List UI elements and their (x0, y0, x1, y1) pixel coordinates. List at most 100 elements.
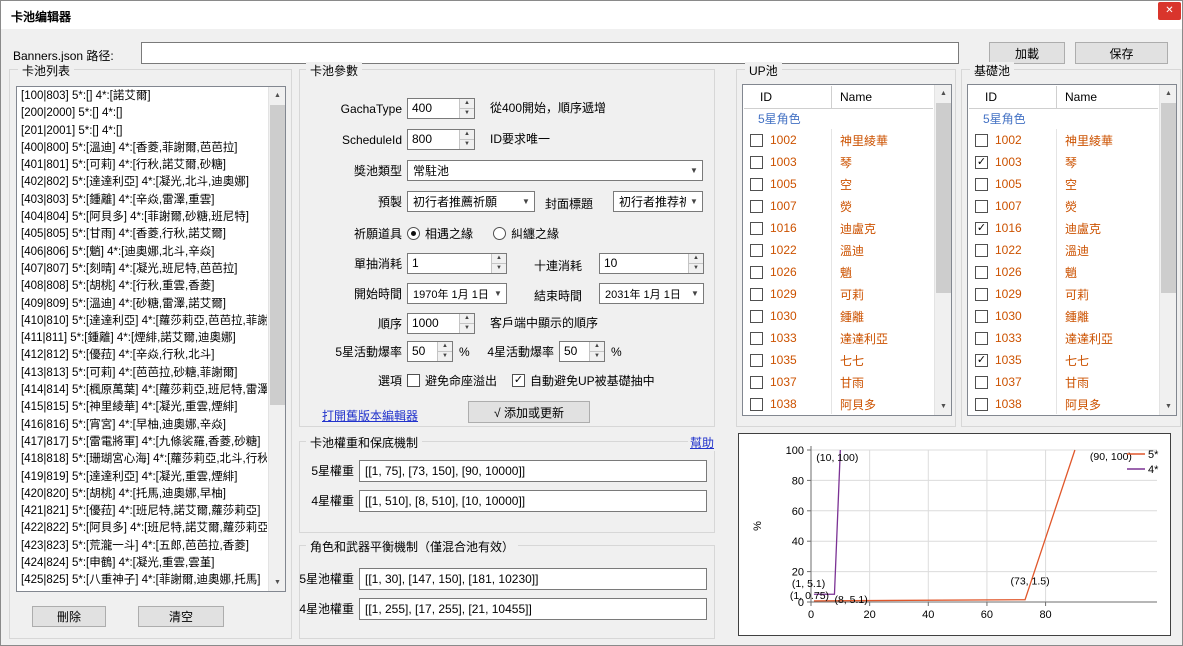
save-button[interactable]: 保存 (1075, 42, 1168, 64)
close-icon[interactable]: ✕ (1158, 2, 1181, 20)
list-item[interactable]: [420|820] 5*:[胡桃] 4*:[托馬,迪奧娜,早柚] (18, 486, 267, 503)
spin-down-icon[interactable]: ▼ (689, 264, 703, 273)
cover-title-select[interactable]: 初行者推荐祈愿 ▼ (613, 191, 703, 212)
row-checkbox[interactable] (975, 398, 988, 411)
list-item[interactable]: [201|2001] 5*:[] 4*:[] (18, 123, 267, 140)
gachatype-spinner[interactable]: 400 ▲▼ (407, 98, 475, 119)
list-item[interactable]: [422|822] 5*:[阿貝多] 4*:[班尼特,諾艾爾,蘿莎莉亞] (18, 520, 267, 537)
table-row[interactable]: 1030鍾離 (969, 305, 1158, 327)
chevron-down-icon[interactable]: ▼ (490, 289, 506, 298)
wish-item-radio-2[interactable]: 糾纏之緣 (493, 223, 559, 244)
table-row[interactable]: 1002神里綾華 (744, 129, 933, 151)
list-item[interactable]: [100|803] 5*:[] 4*:[諾艾爾] (18, 88, 267, 105)
avoid-constellation-checkbox[interactable]: 避免命座溢出 (407, 370, 497, 391)
spin-down-icon[interactable]: ▼ (460, 140, 474, 149)
list-item[interactable]: [412|812] 5*:[優菈] 4*:[辛焱,行秋,北斗] (18, 347, 267, 364)
table-row[interactable]: 1038阿貝多 (744, 393, 933, 414)
list-item[interactable]: [403|803] 5*:[鍾離] 4*:[辛焱,雷澤,重雲] (18, 192, 267, 209)
column-name[interactable]: Name (832, 86, 933, 108)
rate5-value[interactable]: 50 (408, 342, 437, 361)
row-checkbox[interactable] (975, 200, 988, 213)
table-row[interactable]: ✓1016迪盧克 (969, 217, 1158, 239)
list-item[interactable]: [419|819] 5*:[達達利亞] 4*:[凝光,重雲,煙緋] (18, 469, 267, 486)
list-item[interactable]: [424|824] 5*:[申鶴] 4*:[凝光,重雲,雲堇] (18, 555, 267, 572)
table-row[interactable]: 1035七七 (744, 349, 933, 371)
table-row[interactable]: 1030鍾離 (744, 305, 933, 327)
row-checkbox[interactable] (750, 244, 763, 257)
scroll-thumb[interactable] (936, 103, 951, 293)
up-pool-scrollbar[interactable]: ▲ ▼ (934, 85, 951, 415)
spin-up-icon[interactable]: ▲ (460, 314, 474, 324)
end-time-picker[interactable]: 2031年 1月 1日 ▼ (599, 283, 704, 304)
list-item[interactable]: [425|825] 5*:[八重神子] 4*:[菲謝爾,迪奧娜,托馬] (18, 572, 267, 589)
column-id[interactable]: ID (969, 86, 1057, 108)
table-row[interactable]: 1037甘雨 (744, 371, 933, 393)
table-row[interactable]: 1026魈 (969, 261, 1158, 283)
w4-input[interactable]: [[1, 510], [8, 510], [10, 10000]] (359, 490, 707, 512)
order-value[interactable]: 1000 (408, 314, 459, 333)
preset-select[interactable]: 初行者推薦祈願 ▼ (407, 191, 535, 212)
pool-type-select[interactable]: 常駐池 ▼ (407, 160, 703, 181)
list-item[interactable]: [416|816] 5*:[宵宮] 4*:[早柚,迪奧娜,辛焱] (18, 417, 267, 434)
gachatype-value[interactable]: 400 (408, 99, 459, 118)
row-checkbox[interactable] (750, 332, 763, 345)
list-item[interactable]: [404|804] 5*:[阿貝多] 4*:[菲謝爾,砂糖,班尼特] (18, 209, 267, 226)
column-id[interactable]: ID (744, 86, 832, 108)
load-button[interactable]: 加載 (989, 42, 1065, 64)
single-cost-spinner[interactable]: 1 ▲▼ (407, 253, 507, 274)
row-checkbox[interactable] (975, 244, 988, 257)
pool-list-scrollbar[interactable]: ▲ ▼ (268, 87, 285, 591)
clear-button[interactable]: 清空 (138, 606, 224, 627)
row-checkbox[interactable] (750, 376, 763, 389)
table-row[interactable]: 1022溫迪 (744, 239, 933, 261)
spin-down-icon[interactable]: ▼ (460, 109, 474, 118)
rate4-value[interactable]: 50 (560, 342, 589, 361)
table-row[interactable]: ✓1035七七 (969, 349, 1158, 371)
order-spinner[interactable]: 1000 ▲▼ (407, 313, 475, 334)
add-update-button[interactable]: √ 添加或更新 (468, 401, 590, 423)
checkbox-icon[interactable] (407, 374, 420, 387)
delete-button[interactable]: 刪除 (32, 606, 106, 627)
table-row[interactable]: 1038阿貝多 (969, 393, 1158, 414)
spin-up-icon[interactable]: ▲ (492, 254, 506, 264)
start-time-picker[interactable]: 1970年 1月 1日 ▼ (407, 283, 507, 304)
table-row[interactable]: 1029可莉 (744, 283, 933, 305)
spin-down-icon[interactable]: ▼ (590, 352, 604, 361)
row-checkbox[interactable] (975, 178, 988, 191)
legacy-editor-link[interactable]: 打開舊版本編輯器 (322, 407, 418, 424)
list-item[interactable]: [423|823] 5*:[荒瀧一斗] 4*:[五郎,芭芭拉,香菱] (18, 538, 267, 555)
row-checkbox[interactable] (750, 398, 763, 411)
list-item[interactable]: [405|805] 5*:[甘雨] 4*:[香菱,行秋,諾艾爾] (18, 226, 267, 243)
list-item[interactable]: [410|810] 5*:[達達利亞] 4*:[蘿莎莉亞,芭芭拉,菲謝爾] (18, 313, 267, 330)
pool-listbox[interactable]: [100|803] 5*:[] 4*:[諾艾爾][200|2000] 5*:[]… (16, 86, 286, 592)
row-checkbox[interactable] (750, 200, 763, 213)
table-row[interactable]: 1029可莉 (969, 283, 1158, 305)
list-item[interactable]: [418|818] 5*:[珊瑚宮心海] 4*:[蘿莎莉亞,北斗,行秋] (18, 451, 267, 468)
base-pool-scrollbar[interactable]: ▲ ▼ (1159, 85, 1176, 415)
list-item[interactable]: [408|808] 5*:[胡桃] 4*:[行秋,重雲,香菱] (18, 278, 267, 295)
list-item[interactable]: [421|821] 5*:[優菈] 4*:[班尼特,諾艾爾,蘿莎莉亞] (18, 503, 267, 520)
table-row[interactable]: ✓1003琴 (969, 151, 1158, 173)
scroll-up-icon[interactable]: ▲ (1160, 85, 1177, 102)
list-item[interactable]: [402|802] 5*:[達達利亞] 4*:[凝光,北斗,迪奧娜] (18, 174, 267, 191)
scroll-thumb[interactable] (1161, 103, 1176, 293)
list-item[interactable]: [415|815] 5*:[神里綾華] 4*:[凝光,重雲,煙緋] (18, 399, 267, 416)
list-item[interactable]: [417|817] 5*:[雷電將軍] 4*:[九條裟羅,香菱,砂糖] (18, 434, 267, 451)
help-link[interactable]: 幫助 (688, 434, 716, 451)
row-checkbox[interactable] (975, 310, 988, 323)
spin-down-icon[interactable]: ▼ (492, 264, 506, 273)
table-row[interactable]: 1016迪盧克 (744, 217, 933, 239)
rate5-spinner[interactable]: 50 ▲▼ (407, 341, 453, 362)
chevron-down-icon[interactable]: ▼ (686, 197, 702, 206)
row-checkbox[interactable] (750, 222, 763, 235)
wish-item-radio-1[interactable]: 相遇之緣 (407, 223, 473, 244)
chevron-down-icon[interactable]: ▼ (686, 166, 702, 175)
scroll-up-icon[interactable]: ▲ (935, 85, 952, 102)
row-checkbox[interactable] (750, 156, 763, 169)
scroll-down-icon[interactable]: ▼ (935, 398, 952, 415)
row-checkbox[interactable]: ✓ (975, 156, 988, 169)
table-row[interactable]: 1007熒 (969, 195, 1158, 217)
w5-input[interactable]: [[1, 75], [73, 150], [90, 10000]] (359, 460, 707, 482)
list-item[interactable]: [200|2000] 5*:[] 4*:[] (18, 105, 267, 122)
table-row[interactable]: 1033達達利亞 (969, 327, 1158, 349)
